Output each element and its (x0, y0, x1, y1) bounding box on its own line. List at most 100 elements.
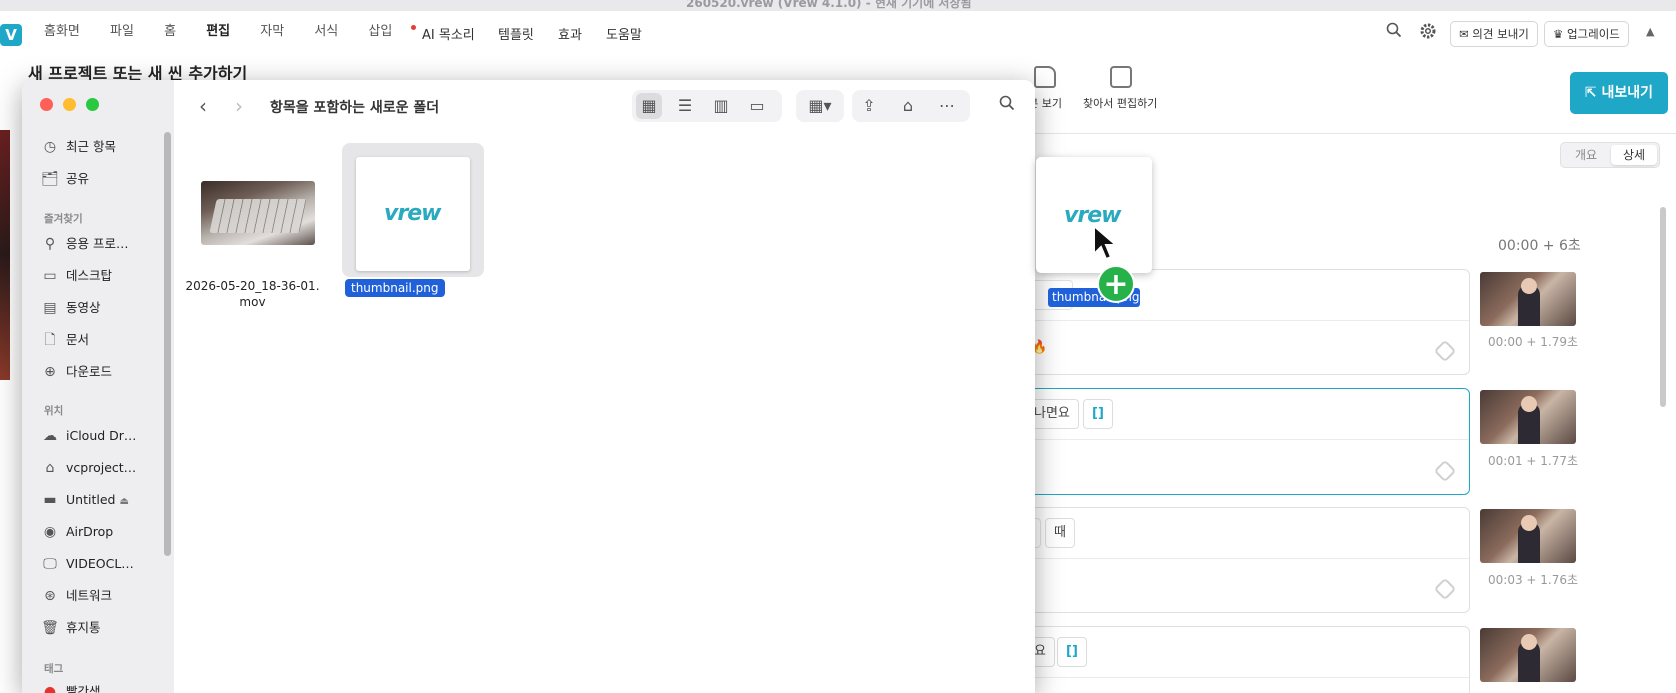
sidebar-item-label: Untitled (66, 492, 116, 507)
video-file-thumbnail[interactable] (201, 181, 315, 245)
scene-duration: 00:00 + 6초 (1498, 238, 1581, 254)
sidebar-item-videoclip[interactable]: 🖵 VIDEOCL… (40, 550, 168, 578)
menu-ai-voice[interactable]: AI 목소리 (422, 24, 475, 43)
close-window-button[interactable] (40, 98, 53, 111)
sidebar-item-tag-red[interactable]: ● 빨간색 (40, 678, 168, 693)
back-chevron-icon[interactable]: ‹ (190, 93, 216, 119)
link-icon[interactable] (1433, 339, 1457, 363)
clip-word-chip[interactable]: 때 (1045, 518, 1075, 548)
tab-detail[interactable]: 상세 (1611, 145, 1657, 165)
sidebar-item-trash[interactable]: 🗑 휴지통 (40, 614, 168, 642)
minimize-window-button[interactable] (63, 98, 76, 111)
more-actions-icon[interactable]: ⋯ (934, 93, 960, 119)
clip-thumbnail[interactable] (1480, 628, 1576, 682)
gallery-view-icon[interactable]: ▭ (744, 93, 770, 119)
red-tag-dot-icon: ● (43, 684, 57, 693)
zoom-window-button[interactable] (86, 98, 99, 111)
clip-timecode: 00:01 + 1.77초 (1488, 454, 1579, 468)
toolbar-divider (1000, 133, 1676, 134)
menu-subtitle[interactable]: 자막 (260, 24, 284, 39)
column-view-icon[interactable]: ▥ (708, 93, 734, 119)
finder-search-icon[interactable] (994, 93, 1020, 119)
find-edit-icon[interactable] (1110, 66, 1132, 88)
menu-help[interactable]: 도움말 (606, 24, 642, 43)
tags-header: 태그 (44, 663, 64, 675)
clip-card-selected[interactable]: 나면요 [] (1000, 388, 1470, 495)
clip-card[interactable]: 요 [] (1000, 626, 1470, 693)
menu-format[interactable]: 서식 (314, 24, 338, 39)
tag-icon[interactable]: ⌂ (895, 93, 921, 119)
sidebar-item-label: VIDEOCL… (66, 556, 134, 571)
sidebar-item-shared[interactable]: 🗂 공유 (40, 165, 168, 193)
feedback-label: 의견 보내기 (1472, 27, 1529, 41)
documents-icon: 🗋 (44, 332, 56, 348)
video-file-name[interactable]: 2026-05-20_18-36-01.mov (180, 278, 325, 310)
movies-icon: ▤ (43, 300, 57, 316)
drive-icon: ▬ (43, 492, 57, 508)
sidebar-item-documents[interactable]: 🗋 문서 (40, 326, 168, 354)
sidebar-item-downloads[interactable]: ⊕ 다운로드 (40, 358, 168, 386)
original-view-icon[interactable] (1034, 66, 1056, 88)
sidebar-item-applications[interactable]: ⚲ 응용 프로… (40, 230, 168, 258)
copy-plus-icon: + (1097, 265, 1135, 303)
menu-edit[interactable]: 편집 (206, 24, 230, 39)
export-button[interactable]: ⇱ 내보내기 (1570, 72, 1668, 114)
sidebar-item-label: 데스크탑 (66, 268, 113, 283)
sidebar-item-label: 휴지통 (66, 620, 101, 635)
image-file-thumbnail[interactable]: vrew (356, 157, 470, 271)
shared-folder-icon: 🗂 (41, 171, 59, 187)
find-edit-label[interactable]: 찾아서 편집하기 (1083, 95, 1157, 111)
network-icon: ⊛ (44, 588, 56, 604)
icloud-icon: ☁ (43, 428, 57, 444)
clip-thumbnail[interactable] (1480, 390, 1576, 444)
forward-chevron-icon[interactable]: › (226, 93, 252, 119)
link-icon[interactable] (1433, 459, 1457, 483)
sidebar-item-desktop[interactable]: ▭ 데스크탑 (40, 262, 168, 290)
settings-gear-icon[interactable] (1417, 22, 1439, 44)
sidebar-item-airdrop[interactable]: ◉ AirDrop (40, 518, 168, 546)
timeline-scrollbar[interactable] (1660, 207, 1666, 407)
clip-thumbnail[interactable] (1480, 509, 1576, 563)
clip-card[interactable]: 때 (1000, 507, 1470, 613)
feedback-button[interactable]: ✉ 의견 보내기 (1450, 21, 1538, 47)
monitor-icon: 🖵 (43, 556, 57, 572)
locations-header: 위치 (44, 405, 64, 417)
menu-insert[interactable]: 삽입 (368, 24, 392, 39)
link-icon[interactable] (1433, 577, 1457, 601)
collapse-up-icon[interactable]: ▲ (1646, 25, 1654, 38)
list-view-icon[interactable]: ☰ (672, 93, 698, 119)
sidebar-item-movies[interactable]: ▤ 동영상 (40, 294, 168, 322)
vrew-logo[interactable]: V (0, 24, 22, 46)
clip-thumbnail[interactable] (1480, 272, 1576, 326)
sidebar-item-recents[interactable]: ◷ 최근 항목 (40, 133, 168, 161)
image-file-name[interactable]: thumbnail.png (345, 279, 445, 297)
menu-template[interactable]: 템플릿 (498, 24, 534, 43)
video-preview-edge (0, 130, 10, 380)
tab-overview[interactable]: 개요 (1563, 145, 1609, 165)
sidebar-item-untitled[interactable]: ▬ Untitled ⏏ (40, 486, 168, 514)
favorites-header: 즐겨찾기 (44, 213, 83, 225)
export-label: 내보내기 (1601, 85, 1654, 101)
sidebar-item-label: 최근 항목 (66, 139, 116, 154)
share-icon[interactable]: ⇪ (856, 93, 882, 119)
clip-silence-chip[interactable]: [] (1057, 637, 1087, 667)
menu-effects[interactable]: 효과 (558, 24, 582, 43)
menu-home[interactable]: 홈화면 (44, 24, 80, 39)
upgrade-button[interactable]: ♛ 업그레이드 (1544, 21, 1629, 47)
clip-timecode: 00:00 + 1.79초 (1488, 335, 1579, 349)
folder-title: 항목을 포함하는 새로운 폴더 (270, 100, 440, 116)
sidebar-item-home[interactable]: ⌂ vcproject… (40, 454, 168, 482)
sidebar-scrollbar[interactable] (164, 132, 171, 556)
eject-icon[interactable]: ⏏ (119, 496, 128, 507)
clip-card[interactable]: 🔥 (1000, 269, 1470, 375)
search-icon[interactable] (1383, 22, 1405, 44)
menu-home2[interactable]: 홈 (164, 24, 176, 39)
icon-view-icon[interactable]: ▦ (636, 93, 662, 119)
clip-silence-chip[interactable]: [] (1083, 399, 1113, 429)
sidebar-item-label: 동영상 (66, 300, 101, 315)
group-by-icon[interactable]: ▦▾ (800, 93, 840, 119)
sidebar-item-network[interactable]: ⊛ 네트워크 (40, 582, 168, 610)
sidebar-item-icloud[interactable]: ☁ iCloud Dr… (40, 422, 168, 450)
insert-badge-dot (411, 25, 416, 30)
menu-file[interactable]: 파일 (110, 24, 134, 39)
